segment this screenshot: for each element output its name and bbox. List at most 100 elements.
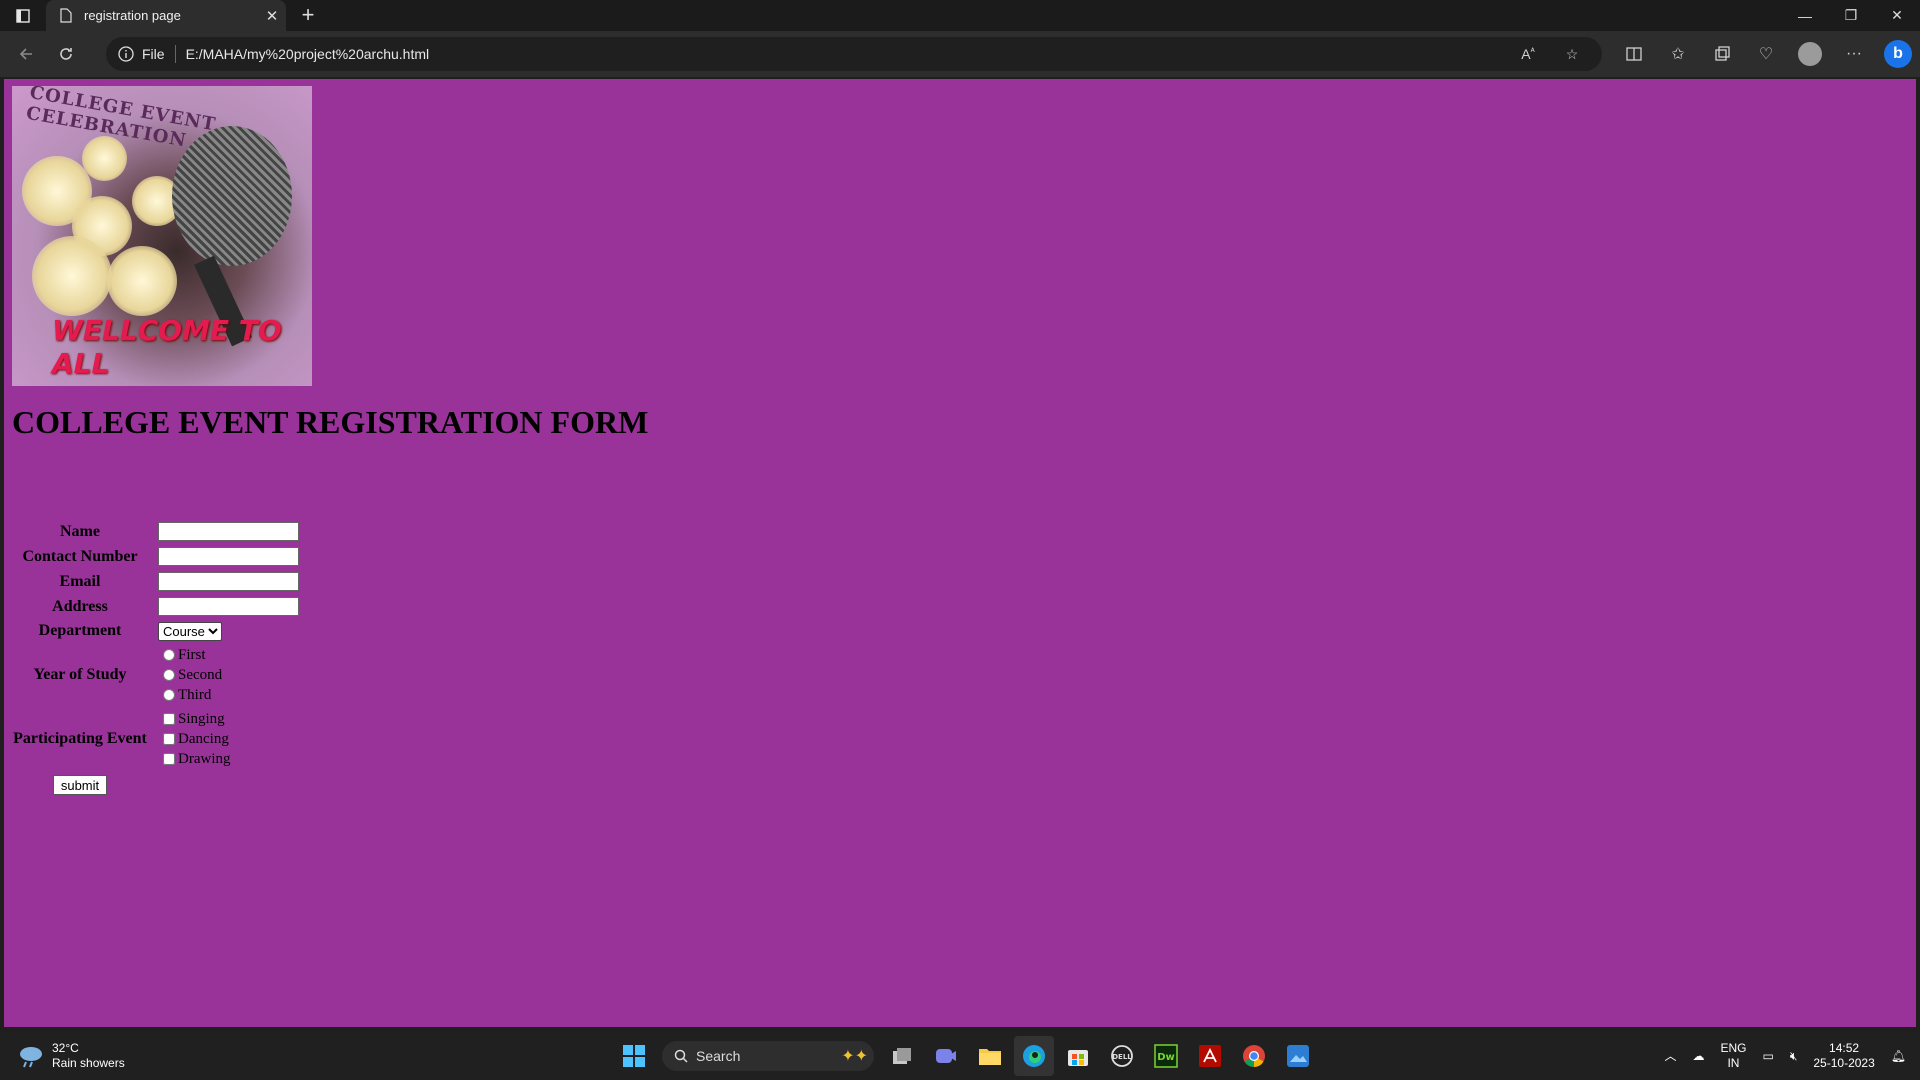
- tab-close-icon[interactable]: ✕: [258, 7, 286, 25]
- refresh-button[interactable]: [48, 36, 84, 72]
- submit-button[interactable]: submit: [52, 775, 108, 795]
- bing-icon: b: [1884, 40, 1912, 68]
- tab-strip: registration page ✕ + — ❐ ✕: [0, 0, 1920, 31]
- favorite-star-icon[interactable]: ☆: [1550, 46, 1594, 63]
- minimize-icon[interactable]: —: [1782, 0, 1828, 31]
- taskbar: 32°C Rain showers Search ✦✦ DELL Dw ︿ ☁ …: [0, 1032, 1920, 1080]
- email-row: Email: [12, 569, 299, 594]
- page-title: COLLEGE EVENT REGISTRATION FORM: [12, 404, 649, 440]
- start-button[interactable]: [614, 1036, 654, 1076]
- collections-icon[interactable]: [1700, 46, 1744, 62]
- active-tab[interactable]: registration page ✕: [46, 0, 286, 31]
- address-actions: Aᴬ ☆: [1506, 37, 1594, 71]
- volume-icon[interactable]: 🔇︎: [1790, 1049, 1798, 1064]
- browser-toolbar: File E:/MAHA/my%20project%20archu.html A…: [0, 31, 1920, 77]
- banner-welcome-text: WELLCOME TO ALL: [52, 314, 282, 380]
- restore-icon[interactable]: ❐: [1828, 0, 1874, 31]
- year-label: Year of Study: [33, 666, 127, 683]
- acrobat-icon[interactable]: [1190, 1036, 1230, 1076]
- tab-title: registration page: [84, 8, 181, 23]
- page-viewport: COLLEGE EVENT CELEBRATION WELLCOME TO AL…: [4, 79, 1916, 1027]
- event-dancing-checkbox[interactable]: [163, 733, 175, 745]
- year-row: Year of Study First Second Third: [12, 643, 299, 707]
- tab-actions-icon: [16, 8, 30, 23]
- contact-label: Contact Number: [22, 547, 138, 565]
- page-file-icon: [60, 8, 72, 23]
- site-info-icon[interactable]: [118, 46, 134, 62]
- event-dancing-label: Dancing: [178, 730, 229, 747]
- event-option: Drawing: [158, 749, 231, 769]
- back-arrow-icon: [19, 48, 32, 60]
- address-scheme-label: File: [142, 46, 165, 62]
- file-explorer-icon[interactable]: [970, 1036, 1010, 1076]
- window-controls: — ❐ ✕: [1782, 0, 1920, 31]
- onedrive-status-icon[interactable]: ☁: [1692, 1049, 1704, 1064]
- name-label: Name: [60, 522, 100, 540]
- department-select[interactable]: Course: [158, 621, 222, 641]
- window-close-icon[interactable]: ✕: [1874, 0, 1920, 31]
- more-options-icon[interactable]: ···: [1832, 45, 1876, 63]
- event-option: Dancing: [158, 729, 231, 749]
- show-hidden-icons-chevron-icon[interactable]: ︿: [1664, 1049, 1676, 1064]
- dreamweaver-icon[interactable]: Dw: [1146, 1036, 1186, 1076]
- email-label: Email: [59, 572, 101, 590]
- registration-form: Name Contact Number Email Address Depart…: [12, 519, 299, 799]
- favorites-icon[interactable]: ✩: [1656, 44, 1700, 64]
- weather-widget[interactable]: 32°C Rain showers: [18, 1041, 125, 1071]
- address-input[interactable]: [158, 597, 299, 616]
- event-option: Singing: [158, 709, 231, 729]
- task-view-icon[interactable]: [882, 1036, 922, 1076]
- profile-button[interactable]: [1788, 42, 1832, 66]
- address-separator: [174, 45, 176, 63]
- clock[interactable]: 14:52 25-10-2023: [1813, 1041, 1874, 1071]
- weather-condition: Rain showers: [52, 1056, 125, 1070]
- region-code: IN: [1727, 1056, 1740, 1070]
- submit-row: submit: [12, 771, 299, 799]
- address-bar[interactable]: File E:/MAHA/my%20project%20archu.html A…: [106, 37, 1602, 71]
- chrome-icon[interactable]: [1234, 1036, 1274, 1076]
- dell-icon[interactable]: DELL: [1102, 1036, 1142, 1076]
- event-drawing-checkbox[interactable]: [163, 753, 175, 765]
- event-singing-checkbox[interactable]: [163, 713, 175, 725]
- copilot-button[interactable]: b: [1876, 40, 1920, 68]
- clock-time: 14:52: [1829, 1041, 1860, 1055]
- taskbar-search[interactable]: Search ✦✦: [662, 1041, 874, 1071]
- year-first-radio[interactable]: [163, 649, 175, 661]
- search-highlight-icon: ✦✦: [841, 1048, 868, 1065]
- year-second-radio[interactable]: [163, 669, 175, 681]
- contact-row: Contact Number: [12, 544, 299, 569]
- email-input[interactable]: [158, 572, 299, 591]
- name-row: Name: [12, 519, 299, 544]
- tab-actions-button[interactable]: [0, 0, 46, 31]
- edge-browser-icon[interactable]: [1014, 1036, 1054, 1076]
- department-row: Department Course: [12, 619, 299, 643]
- name-input[interactable]: [158, 522, 299, 541]
- toolbar-right: ✩ ♡ ··· b: [1612, 31, 1920, 77]
- back-button[interactable]: [8, 36, 44, 72]
- teams-chat-icon[interactable]: [926, 1036, 966, 1076]
- department-label: Department: [38, 622, 122, 639]
- contact-input[interactable]: [158, 547, 299, 566]
- split-screen-icon[interactable]: [1612, 47, 1656, 61]
- new-tab-button[interactable]: +: [296, 4, 320, 28]
- year-first-label: First: [178, 646, 206, 663]
- address-url[interactable]: E:/MAHA/my%20project%20archu.html: [186, 46, 430, 62]
- address-row: Address: [12, 594, 299, 619]
- notification-bell-icon[interactable]: 🔔︎: [1891, 1049, 1906, 1064]
- browser-essentials-icon[interactable]: ♡: [1744, 44, 1788, 64]
- year-third-radio[interactable]: [163, 689, 175, 701]
- network-icon[interactable]: ▭: [1762, 1049, 1773, 1064]
- taskbar-apps: Search ✦✦ DELL Dw: [612, 1036, 1320, 1076]
- year-option: Second: [158, 665, 222, 685]
- event-singing-label: Singing: [178, 710, 225, 727]
- address-label: Address: [52, 597, 108, 615]
- language-indicator[interactable]: ENG IN: [1720, 1041, 1746, 1071]
- read-aloud-icon[interactable]: Aᴬ: [1506, 46, 1550, 62]
- year-option: Third: [158, 685, 222, 705]
- search-placeholder: Search: [696, 1048, 741, 1064]
- microsoft-store-icon[interactable]: [1058, 1036, 1098, 1076]
- photos-app-icon[interactable]: [1278, 1036, 1318, 1076]
- year-third-label: Third: [178, 686, 212, 703]
- weather-temp: 32°C: [52, 1041, 79, 1055]
- language-code: ENG: [1720, 1041, 1747, 1055]
